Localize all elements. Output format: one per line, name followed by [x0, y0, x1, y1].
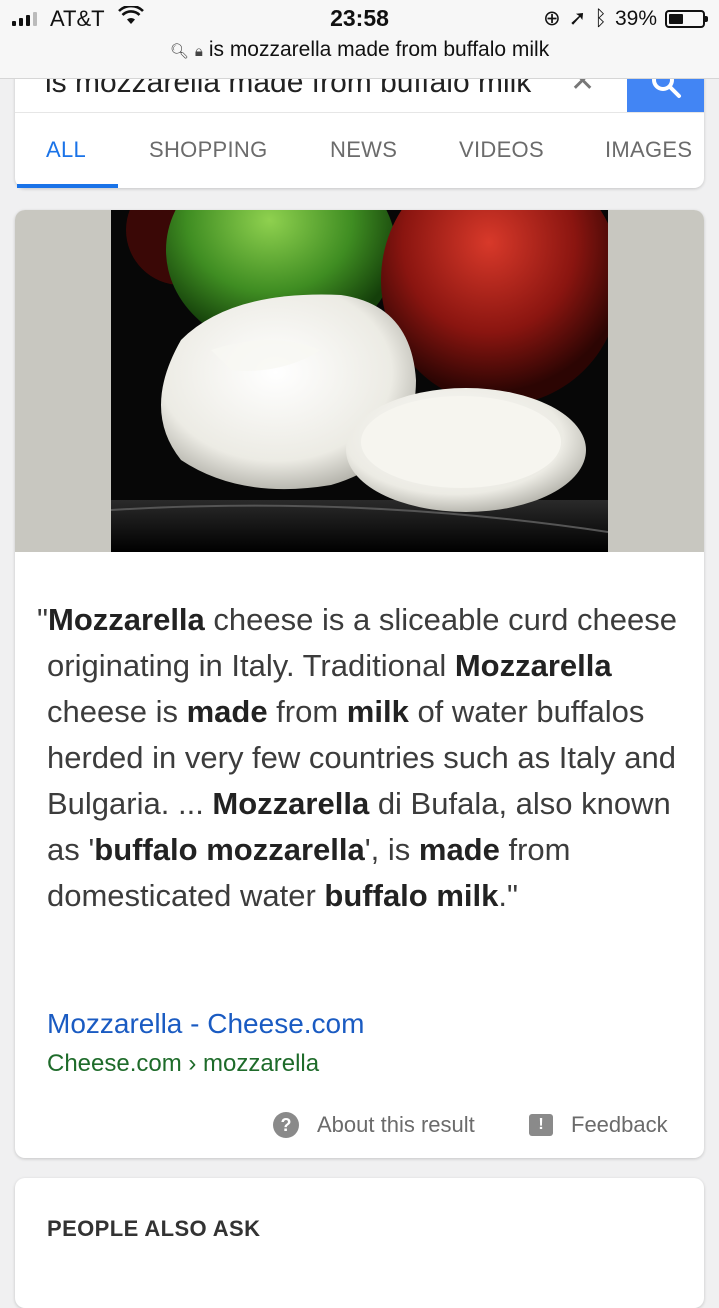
snippet-bold-run: milk	[346, 694, 409, 729]
snippet-text: "Mozzarella cheese is a sliceable curd c…	[37, 597, 687, 919]
search-icon: 🔍︎	[169, 43, 189, 60]
snippet-bold-run: Mozzarella	[212, 786, 370, 821]
snippet-bold-run: made	[186, 694, 268, 729]
snippet-bold-run: buffalo milk	[324, 878, 499, 913]
tab-all[interactable]: ALL	[46, 137, 86, 163]
feedback-icon: !	[529, 1114, 553, 1136]
about-label: About this result	[317, 1112, 475, 1137]
battery-percent: 39%	[614, 6, 657, 30]
source-link[interactable]: Mozzarella - Cheese.com	[47, 1008, 364, 1040]
snippet-image[interactable]	[15, 210, 704, 552]
signal-icon	[12, 10, 37, 26]
tab-images[interactable]: IMAGES	[605, 137, 692, 163]
feedback-label: Feedback	[571, 1112, 668, 1137]
source-url[interactable]: Cheese.com › mozzarella	[47, 1050, 319, 1078]
address-bar[interactable]: 🔍︎ 🔒︎ is mozzarella made from buffalo milk	[0, 38, 719, 62]
status-right-icons: ⊕ ➚ ᛒ 39%	[543, 6, 708, 31]
snippet-bold-run: Mozzarella	[454, 648, 612, 683]
featured-snippet-card: "Mozzarella cheese is a sliceable curd c…	[15, 210, 704, 1158]
help-icon: ?	[273, 1112, 299, 1138]
location-icon: ➚	[568, 7, 587, 30]
about-this-result-button[interactable]: ? About this result	[273, 1112, 475, 1138]
tab-news[interactable]: NEWS	[330, 137, 397, 163]
tab-videos[interactable]: VIDEOS	[459, 137, 544, 163]
wifi-icon	[118, 4, 144, 32]
search-tabs: ALL SHOPPING NEWS VIDEOS IMAGES	[15, 112, 704, 189]
status-bar: AT&T 23:58 ⊕ ➚ ᛒ 39% 🔍︎ 🔒︎ is mozzarella m…	[0, 0, 719, 79]
snippet-text-run: ."	[498, 878, 518, 913]
snippet-text-run: from	[267, 694, 347, 729]
battery-icon	[665, 9, 708, 28]
people-also-ask-title: PEOPLE ALSO ASK	[47, 1216, 261, 1241]
people-also-ask-card: PEOPLE ALSO ASK	[15, 1178, 704, 1308]
mozzarella-photo	[111, 210, 608, 552]
carrier-name: AT&T	[50, 6, 105, 31]
snippet-text-run: cheese is	[47, 694, 187, 729]
snippet-bold-run: buffalo mozzarella	[94, 832, 365, 867]
rotation-lock-icon: ⊕	[543, 7, 561, 30]
bluetooth-icon: ᛒ	[594, 6, 607, 30]
snippet-text-run: ', is	[364, 832, 419, 867]
feedback-button[interactable]: ! Feedback	[529, 1112, 668, 1138]
snippet-bold-run: Mozzarella	[48, 602, 205, 637]
active-tab-indicator	[17, 184, 118, 188]
tab-shopping[interactable]: SHOPPING	[149, 137, 268, 163]
snippet-bold-run: made	[418, 832, 500, 867]
address-text: is mozzarella made from buffalo milk	[208, 38, 550, 61]
lock-icon: 🔒︎	[194, 43, 203, 60]
snippet-text-run: "	[37, 602, 49, 637]
